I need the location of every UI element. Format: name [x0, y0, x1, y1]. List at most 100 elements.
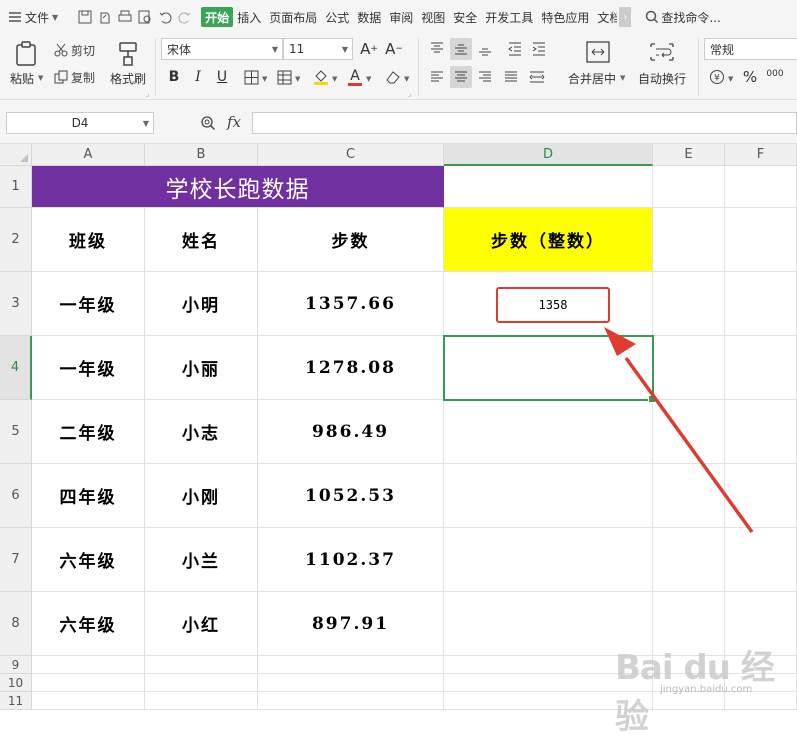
align-right-button[interactable]	[474, 66, 496, 88]
percent-button[interactable]: %	[739, 66, 761, 88]
tab-security[interactable]: 安全	[449, 7, 481, 27]
copy-button[interactable]: 复制	[54, 66, 95, 88]
cell-e2[interactable]	[653, 208, 725, 272]
cell-steps[interactable]: 897.91	[258, 592, 444, 656]
tab-data[interactable]: 数据	[353, 7, 385, 27]
cell-style-button[interactable]	[273, 66, 295, 88]
zoom-formula-icon[interactable]	[200, 115, 216, 134]
empty-cell[interactable]	[145, 692, 258, 710]
decrease-font-size-button[interactable]: A −	[383, 38, 405, 60]
tab-developer[interactable]: 开发工具	[481, 7, 537, 27]
underline-button[interactable]: U	[211, 66, 233, 88]
cut-button[interactable]: 剪切	[54, 40, 95, 60]
row-header-8[interactable]: 8	[0, 592, 32, 656]
row-header-5[interactable]: 5	[0, 400, 32, 464]
cell-f1[interactable]	[725, 166, 797, 208]
empty-cell[interactable]	[32, 674, 145, 692]
column-header-f[interactable]: F	[725, 144, 797, 166]
insert-function-button[interactable]: fx	[227, 113, 241, 131]
cell-steps[interactable]: 1052.53	[258, 464, 444, 528]
tab-document[interactable]: 文档	[593, 7, 617, 27]
cell-class[interactable]: 一年级	[32, 336, 145, 400]
dialog-launcher-icon[interactable]: ⌟	[146, 90, 149, 98]
print-preview-icon[interactable]	[137, 9, 153, 25]
wrap-text-button[interactable]	[650, 40, 674, 64]
distributed-button[interactable]	[526, 66, 548, 88]
command-search[interactable]: 查找命令...	[645, 9, 721, 26]
cell-steps[interactable]: 1278.08	[258, 336, 444, 400]
tab-page-layout[interactable]: 页面布局	[265, 7, 321, 27]
column-header-d[interactable]: D	[444, 144, 653, 166]
header-steps[interactable]: 步数	[258, 208, 444, 272]
cell-name[interactable]: 小刚	[145, 464, 258, 528]
number-format-select[interactable]: 常规	[704, 38, 797, 60]
row-header-9[interactable]: 9	[0, 656, 32, 674]
header-steps-integer[interactable]: 步数（整数）	[444, 208, 653, 272]
align-center-button[interactable]	[450, 66, 472, 88]
tab-special-apps[interactable]: 特色应用	[537, 7, 593, 27]
cell-name[interactable]: 小红	[145, 592, 258, 656]
header-name[interactable]: 姓名	[145, 208, 258, 272]
name-box[interactable]: D4 ▼	[6, 112, 154, 134]
cell-class[interactable]: 二年级	[32, 400, 145, 464]
align-left-button[interactable]	[426, 66, 448, 88]
increase-font-size-button[interactable]: A +	[358, 38, 380, 60]
row-header-10[interactable]: 10	[0, 674, 32, 692]
cell-name[interactable]: 小志	[145, 400, 258, 464]
cell-f2[interactable]	[725, 208, 797, 272]
cell-steps[interactable]: 1357.66	[258, 272, 444, 336]
align-top-button[interactable]	[426, 38, 448, 60]
cell-name[interactable]: 小丽	[145, 336, 258, 400]
empty-cell[interactable]	[258, 674, 444, 692]
currency-button[interactable]: ¥	[706, 66, 728, 88]
cell-class[interactable]: 一年级	[32, 272, 145, 336]
tab-review[interactable]: 审阅	[385, 7, 417, 27]
row-header-11[interactable]: 11	[0, 692, 32, 710]
decrease-indent-button[interactable]	[504, 38, 526, 60]
format-painter-button[interactable]	[116, 40, 140, 68]
dialog-launcher-icon[interactable]: ⌟	[408, 90, 411, 98]
tab-home[interactable]: 开始	[201, 7, 234, 27]
cell-steps[interactable]: 986.49	[258, 400, 444, 464]
row-header-3[interactable]: 3	[0, 272, 32, 336]
font-size-select[interactable]: 11 ▼	[283, 38, 353, 60]
align-bottom-button[interactable]	[474, 38, 496, 60]
cell-class[interactable]: 六年级	[32, 592, 145, 656]
column-header-b[interactable]: B	[145, 144, 258, 166]
empty-cell[interactable]	[258, 692, 444, 710]
row-header-6[interactable]: 6	[0, 464, 32, 528]
undo-icon[interactable]	[157, 9, 173, 25]
row-header-7[interactable]: 7	[0, 528, 32, 592]
bold-button[interactable]: B	[163, 66, 185, 88]
column-header-c[interactable]: C	[258, 144, 444, 166]
row-header-2[interactable]: 2	[0, 208, 32, 272]
cell-steps[interactable]: 1102.37	[258, 528, 444, 592]
redo-icon[interactable]	[177, 9, 193, 25]
select-all-corner[interactable]	[0, 144, 32, 166]
cell-d1[interactable]	[444, 166, 653, 208]
empty-cell[interactable]	[32, 692, 145, 710]
empty-cell[interactable]	[145, 656, 258, 674]
tab-scroll-right-icon[interactable]: ›	[619, 7, 632, 27]
empty-cell[interactable]	[145, 674, 258, 692]
empty-cell[interactable]	[258, 656, 444, 674]
font-name-select[interactable]: 宋体 ▼	[161, 38, 283, 60]
print-icon[interactable]	[117, 9, 133, 25]
justify-button[interactable]	[500, 66, 522, 88]
formula-input[interactable]	[252, 112, 797, 134]
title-cell[interactable]: 学校长跑数据	[32, 166, 444, 208]
cell-e1[interactable]	[653, 166, 725, 208]
cell-name[interactable]: 小兰	[145, 528, 258, 592]
tab-insert[interactable]: 插入	[233, 7, 265, 27]
tab-view[interactable]: 视图	[417, 7, 449, 27]
cell-class[interactable]: 四年级	[32, 464, 145, 528]
clear-button[interactable]	[382, 66, 404, 88]
increase-indent-button[interactable]	[528, 38, 550, 60]
file-menu[interactable]: 文件 ▼	[0, 7, 63, 27]
cell-name[interactable]: 小明	[145, 272, 258, 336]
row-header-1[interactable]: 1	[0, 166, 32, 208]
export-icon[interactable]	[97, 9, 113, 25]
tab-formulas[interactable]: 公式	[321, 7, 353, 27]
thousands-separator-button[interactable]: 000	[764, 66, 786, 88]
align-middle-button[interactable]	[450, 38, 472, 60]
